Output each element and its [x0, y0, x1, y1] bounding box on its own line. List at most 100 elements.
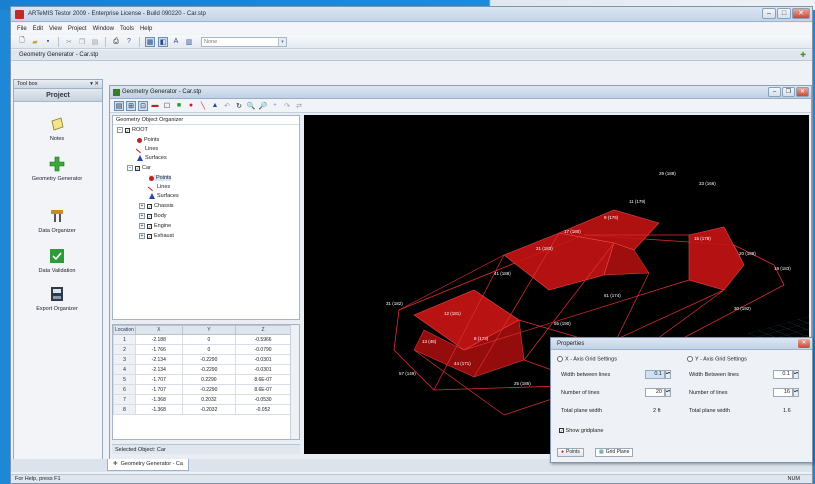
- geometry-close-button[interactable]: ✕: [796, 87, 809, 97]
- toolbox-item-export-organizer[interactable]: Export Organizer: [14, 286, 100, 312]
- x-number-spinner[interactable]: ▴▾: [665, 388, 671, 397]
- table-cell[interactable]: 0: [181, 334, 237, 345]
- table-row[interactable]: 2 -1.766 0 -0.0790: [113, 344, 291, 355]
- table-row[interactable]: 6 -1.707 -0.2290 8.6E-07: [113, 384, 291, 395]
- add-point-icon[interactable]: ■: [174, 101, 184, 111]
- toolbox-close-icon[interactable]: ▾ ✕: [90, 80, 99, 89]
- tree-node-body[interactable]: + ✓ Body: [139, 213, 167, 219]
- toolbox-item-data-validation[interactable]: Data Validation: [14, 248, 100, 274]
- table-cell[interactable]: 0.2290: [181, 374, 237, 385]
- new-file-icon[interactable]: 🗋: [17, 37, 27, 47]
- close-button[interactable]: ✕: [792, 8, 810, 19]
- table-cell[interactable]: -0.2290: [181, 364, 237, 375]
- save-icon[interactable]: ▪: [43, 37, 53, 47]
- point-icon[interactable]: ●: [186, 101, 196, 111]
- zoom-in-icon[interactable]: 🔍: [246, 101, 256, 111]
- table-cell[interactable]: 0.2032: [181, 394, 237, 405]
- table-row[interactable]: 4 -2.134 -0.2290 -0.0301: [113, 364, 291, 375]
- table-cell[interactable]: -2.188: [134, 334, 183, 345]
- grid-plane-tab[interactable]: ▦ Grid Plane: [595, 448, 634, 457]
- tree-node-car-points[interactable]: Points: [149, 175, 172, 181]
- minimize-button[interactable]: –: [762, 8, 776, 19]
- view-split-icon[interactable]: ◧: [158, 36, 168, 47]
- expand-icon[interactable]: +: [139, 223, 145, 229]
- grid-icon[interactable]: ▥: [184, 37, 194, 47]
- copy-icon[interactable]: ❐: [77, 37, 87, 47]
- checkbox-icon[interactable]: ✓: [135, 165, 140, 171]
- points-tab[interactable]: ● Points: [557, 448, 584, 457]
- font-icon[interactable]: A: [171, 37, 181, 47]
- checkbox-icon[interactable]: ✓: [147, 213, 152, 219]
- collapse-icon[interactable]: −: [127, 165, 133, 171]
- view-combo[interactable]: None ▾: [201, 36, 287, 47]
- table-cell[interactable]: 8.6E-07: [235, 374, 291, 385]
- table-row[interactable]: 1 -2.188 0 -0.5966: [113, 334, 291, 345]
- checkbox-icon[interactable]: ✓: [147, 203, 152, 209]
- zoom-fit-icon[interactable]: ⊞: [126, 100, 136, 111]
- column-header[interactable]: Y: [181, 325, 237, 335]
- show-gridplane-checkbox[interactable]: ✓ Show gridplane: [559, 428, 603, 434]
- table-cell[interactable]: -1.707: [134, 384, 183, 395]
- tree-node-points[interactable]: Points: [137, 137, 159, 143]
- menu-window[interactable]: Window: [93, 26, 114, 32]
- table-cell[interactable]: -0.2290: [181, 384, 237, 395]
- properties-close-button[interactable]: ✕: [798, 339, 810, 348]
- menu-help[interactable]: Help: [140, 26, 152, 32]
- table-scrollbar[interactable]: [290, 325, 299, 439]
- axis-icon[interactable]: ⁺: [270, 101, 280, 111]
- column-header[interactable]: X: [134, 325, 183, 335]
- expand-icon[interactable]: +: [139, 203, 145, 209]
- collapse-icon[interactable]: −: [117, 127, 123, 133]
- project-section[interactable]: Project: [14, 89, 102, 102]
- table-cell[interactable]: -2.134: [134, 354, 183, 365]
- expand-icon[interactable]: +: [139, 213, 145, 219]
- table-cell[interactable]: -2.134: [134, 364, 183, 375]
- tree-node-car-surfaces[interactable]: Surfaces: [149, 193, 179, 199]
- tree-node-lines[interactable]: Lines: [135, 144, 158, 154]
- toolbox-item-notes[interactable]: Notes: [14, 116, 100, 142]
- table-cell[interactable]: -1.368: [134, 404, 183, 415]
- checkbox-icon[interactable]: ✓: [147, 223, 152, 229]
- maximize-button[interactable]: □: [777, 8, 791, 19]
- menu-edit[interactable]: Edit: [33, 26, 43, 32]
- table-cell[interactable]: -0.2032: [181, 404, 237, 415]
- table-row[interactable]: 3 -2.134 -0.2290 -0.0301: [113, 354, 291, 365]
- document-tab[interactable]: ✚ Geometry Generator - Ca: [107, 459, 189, 471]
- table-cell[interactable]: -0.5966: [235, 334, 291, 345]
- menu-project[interactable]: Project: [68, 26, 87, 32]
- pan-tool-icon[interactable]: ⊡: [138, 100, 148, 111]
- tree-node-chassis[interactable]: + ✓ Chassis: [139, 203, 174, 209]
- y-number-spinner[interactable]: ▴▾: [793, 388, 799, 397]
- toolbox-item-geometry-generator[interactable]: Geometry Generator: [14, 156, 100, 182]
- tree-node-car-lines[interactable]: Lines: [147, 182, 170, 192]
- menu-file[interactable]: File: [17, 26, 27, 32]
- tree-node-engine[interactable]: + ✓ Engine: [139, 223, 171, 229]
- menu-tools[interactable]: Tools: [120, 26, 134, 32]
- geometry-restore-button[interactable]: ❐: [782, 87, 795, 97]
- menu-view[interactable]: View: [49, 26, 62, 32]
- column-header[interactable]: Z: [235, 325, 291, 335]
- geometry-minimize-button[interactable]: –: [768, 87, 781, 97]
- move-icon[interactable]: ⇄: [294, 101, 304, 111]
- help-icon[interactable]: ?: [124, 37, 134, 47]
- toolbox-item-data-organizer[interactable]: Data Organizer: [14, 208, 100, 234]
- x-width-spinner[interactable]: ▴▾: [665, 370, 671, 379]
- rotate-icon[interactable]: ↻: [234, 101, 244, 111]
- tree-node-root[interactable]: − ✓ ROOT: [117, 127, 148, 133]
- undo-icon[interactable]: ↶: [222, 101, 232, 111]
- x-number-input[interactable]: 20: [645, 388, 665, 397]
- table-cell[interactable]: -0.0301: [235, 364, 291, 375]
- checkbox-icon[interactable]: ✓: [559, 428, 564, 433]
- frame-icon[interactable]: ☐: [162, 101, 172, 111]
- checkbox-icon[interactable]: ✓: [147, 233, 152, 239]
- cut-icon[interactable]: ✂: [64, 37, 74, 47]
- table-cell[interactable]: -0.0301: [235, 354, 291, 365]
- y-axis-grid-radio[interactable]: Y - Axis Grid Settings: [687, 356, 747, 362]
- table-cell[interactable]: 0: [181, 344, 237, 355]
- table-cell[interactable]: -1.707: [134, 374, 183, 385]
- table-row[interactable]: 5 -1.707 0.2290 8.6E-07: [113, 374, 291, 385]
- surface-icon[interactable]: ▲: [210, 101, 220, 111]
- view-layout-icon[interactable]: ▦: [145, 36, 155, 47]
- open-folder-icon[interactable]: ▰: [30, 37, 40, 47]
- zoom-out-icon[interactable]: 🔎: [258, 101, 268, 111]
